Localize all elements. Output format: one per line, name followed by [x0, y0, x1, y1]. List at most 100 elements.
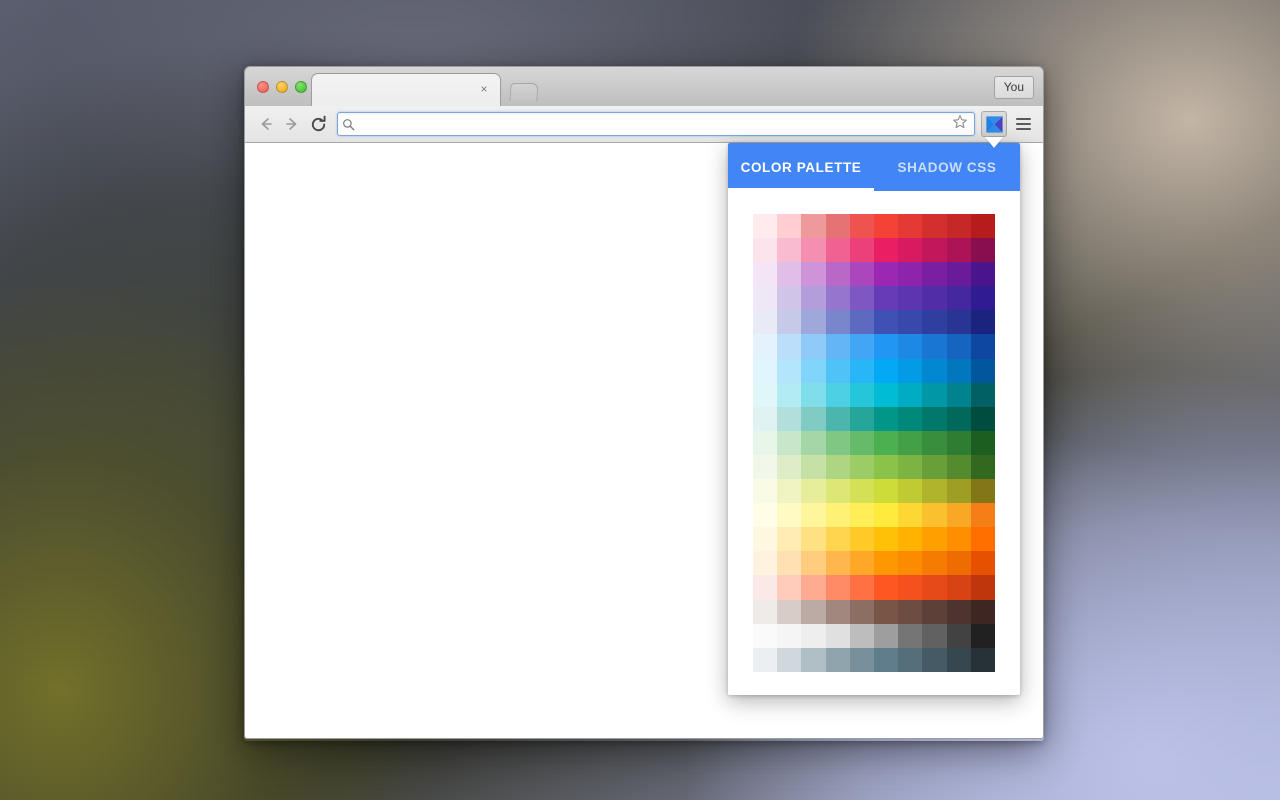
- color-swatch[interactable]: [874, 503, 899, 528]
- color-swatch[interactable]: [777, 551, 802, 576]
- color-swatch[interactable]: [898, 214, 923, 239]
- color-swatch[interactable]: [946, 479, 971, 504]
- color-swatch[interactable]: [970, 527, 995, 552]
- color-swatch[interactable]: [898, 479, 923, 504]
- color-swatch[interactable]: [946, 406, 971, 431]
- color-swatch[interactable]: [753, 358, 778, 383]
- color-swatch[interactable]: [825, 503, 850, 528]
- color-swatch[interactable]: [801, 527, 826, 552]
- color-swatch[interactable]: [825, 599, 850, 624]
- color-swatch[interactable]: [922, 599, 947, 624]
- color-swatch[interactable]: [825, 358, 850, 383]
- color-swatch[interactable]: [777, 262, 802, 287]
- color-swatch[interactable]: [970, 286, 995, 311]
- color-swatch[interactable]: [801, 454, 826, 480]
- color-swatch[interactable]: [777, 527, 802, 552]
- color-swatch[interactable]: [753, 430, 778, 455]
- color-swatch[interactable]: [849, 454, 874, 480]
- color-swatch[interactable]: [946, 503, 971, 528]
- tab-color-palette[interactable]: COLOR PALETTE: [728, 143, 874, 191]
- color-swatch[interactable]: [801, 334, 826, 359]
- color-swatch[interactable]: [825, 527, 850, 552]
- color-swatch[interactable]: [898, 551, 923, 576]
- color-swatch[interactable]: [946, 454, 971, 480]
- color-swatch[interactable]: [970, 214, 995, 239]
- color-swatch[interactable]: [970, 647, 995, 672]
- color-swatch[interactable]: [801, 214, 826, 239]
- color-swatch[interactable]: [970, 575, 995, 600]
- color-swatch[interactable]: [777, 479, 802, 504]
- color-swatch[interactable]: [825, 430, 850, 455]
- color-swatch[interactable]: [849, 599, 874, 624]
- color-swatch[interactable]: [874, 358, 899, 383]
- color-swatch[interactable]: [874, 647, 899, 672]
- color-swatch[interactable]: [898, 575, 923, 600]
- color-swatch[interactable]: [825, 406, 850, 431]
- color-swatch[interactable]: [753, 527, 778, 552]
- color-swatch[interactable]: [898, 262, 923, 287]
- color-swatch[interactable]: [946, 262, 971, 287]
- color-swatch[interactable]: [898, 286, 923, 311]
- color-swatch[interactable]: [898, 406, 923, 431]
- color-swatch[interactable]: [849, 406, 874, 431]
- color-swatch[interactable]: [849, 286, 874, 311]
- color-swatch[interactable]: [849, 527, 874, 552]
- color-swatch[interactable]: [874, 527, 899, 552]
- color-swatch[interactable]: [946, 310, 971, 335]
- color-swatch[interactable]: [753, 623, 778, 648]
- color-swatch[interactable]: [970, 406, 995, 431]
- color-swatch[interactable]: [801, 238, 826, 263]
- color-swatch[interactable]: [898, 358, 923, 383]
- color-swatch[interactable]: [946, 575, 971, 600]
- color-swatch[interactable]: [970, 238, 995, 263]
- color-swatch[interactable]: [898, 430, 923, 455]
- color-swatch[interactable]: [922, 430, 947, 455]
- color-swatch[interactable]: [777, 310, 802, 335]
- color-swatch[interactable]: [753, 382, 778, 407]
- color-swatch[interactable]: [849, 503, 874, 528]
- color-swatch[interactable]: [777, 334, 802, 359]
- color-swatch[interactable]: [801, 310, 826, 335]
- color-swatch[interactable]: [801, 382, 826, 407]
- color-swatch[interactable]: [777, 454, 802, 480]
- color-swatch[interactable]: [849, 310, 874, 335]
- color-swatch[interactable]: [946, 599, 971, 624]
- color-swatch[interactable]: [849, 623, 874, 648]
- color-swatch[interactable]: [753, 238, 778, 263]
- color-swatch[interactable]: [898, 623, 923, 648]
- material-palette-extension-icon[interactable]: [981, 111, 1007, 148]
- color-swatch[interactable]: [874, 454, 899, 480]
- color-swatch[interactable]: [777, 358, 802, 383]
- color-swatch[interactable]: [922, 382, 947, 407]
- forward-arrow-icon[interactable]: [279, 111, 305, 137]
- color-swatch[interactable]: [777, 382, 802, 407]
- color-swatch[interactable]: [874, 238, 899, 263]
- color-swatch[interactable]: [898, 647, 923, 672]
- color-swatch[interactable]: [753, 214, 778, 239]
- color-swatch[interactable]: [970, 623, 995, 648]
- color-swatch[interactable]: [874, 214, 899, 239]
- color-swatch[interactable]: [777, 575, 802, 600]
- color-swatch[interactable]: [753, 647, 778, 672]
- color-swatch[interactable]: [898, 238, 923, 263]
- new-tab-button[interactable]: [509, 83, 539, 101]
- color-swatch[interactable]: [874, 406, 899, 431]
- color-swatch[interactable]: [753, 551, 778, 576]
- color-swatch[interactable]: [801, 430, 826, 455]
- color-swatch[interactable]: [970, 503, 995, 528]
- color-swatch[interactable]: [849, 358, 874, 383]
- color-swatch[interactable]: [801, 406, 826, 431]
- color-swatch[interactable]: [777, 503, 802, 528]
- color-swatch[interactable]: [849, 262, 874, 287]
- color-swatch[interactable]: [922, 454, 947, 480]
- color-swatch[interactable]: [922, 575, 947, 600]
- color-swatch[interactable]: [849, 334, 874, 359]
- color-swatch[interactable]: [777, 406, 802, 431]
- color-swatch[interactable]: [874, 551, 899, 576]
- color-swatch[interactable]: [970, 599, 995, 624]
- color-swatch[interactable]: [825, 286, 850, 311]
- color-swatch[interactable]: [753, 479, 778, 504]
- color-swatch[interactable]: [898, 310, 923, 335]
- color-swatch[interactable]: [777, 286, 802, 311]
- color-swatch[interactable]: [849, 551, 874, 576]
